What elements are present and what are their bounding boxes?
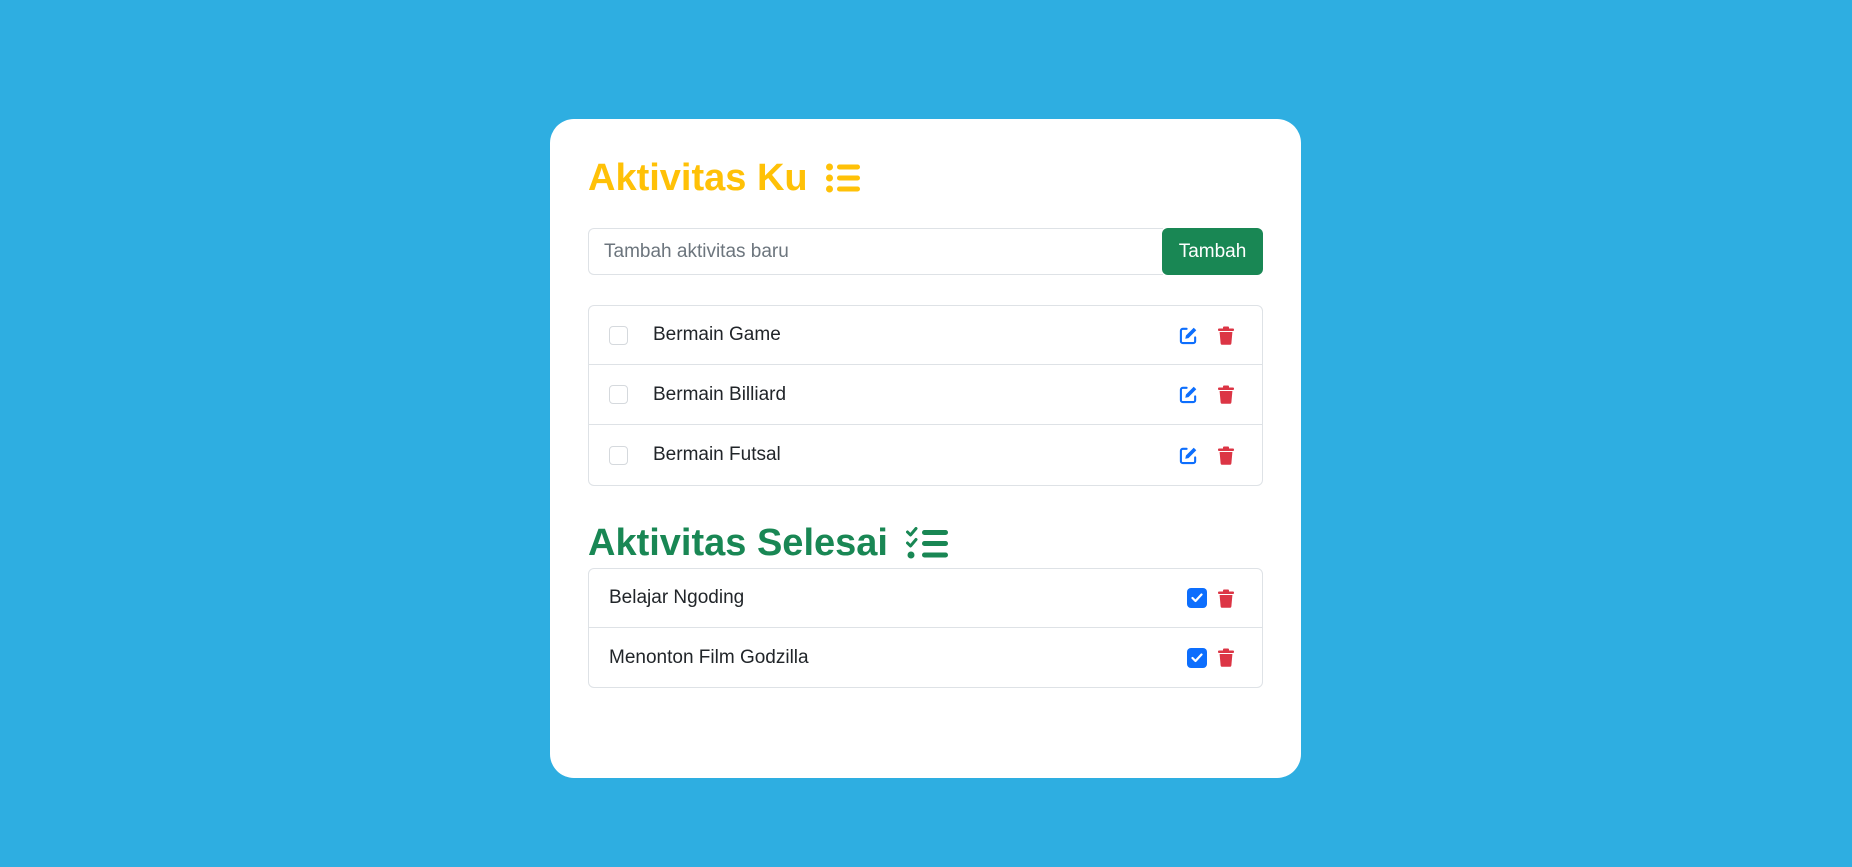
new-activity-input[interactable] bbox=[588, 228, 1163, 275]
todo-card: Aktivitas Ku Tambah Bermain Game bbox=[550, 119, 1301, 778]
add-activity-button[interactable]: Tambah bbox=[1162, 228, 1263, 275]
done-item: Belajar Ngoding bbox=[589, 569, 1262, 628]
todo-item-checkbox[interactable] bbox=[609, 385, 628, 404]
done-item-checkbox[interactable] bbox=[1187, 588, 1207, 608]
todo-item-label: Bermain Billiard bbox=[653, 383, 787, 405]
todo-item: Bermain Billiard bbox=[589, 365, 1262, 425]
done-item: Menonton Film Godzilla bbox=[589, 628, 1262, 687]
todo-item-label: Bermain Futsal bbox=[653, 444, 781, 465]
edit-icon[interactable] bbox=[1179, 446, 1198, 465]
trash-icon[interactable] bbox=[1218, 648, 1234, 667]
todo-item: Bermain Futsal bbox=[589, 425, 1262, 485]
todo-list: Bermain Game Bermain Billiard Bermain Fu… bbox=[588, 305, 1263, 486]
todo-item: Bermain Game bbox=[589, 306, 1262, 365]
done-list: Belajar Ngoding Menonton Film Godzilla bbox=[588, 568, 1263, 688]
todo-item-checkbox[interactable] bbox=[609, 325, 628, 345]
done-item-checkbox[interactable] bbox=[1187, 647, 1207, 668]
edit-icon[interactable] bbox=[1179, 326, 1198, 345]
trash-icon[interactable] bbox=[1218, 589, 1234, 608]
todo-title: Aktivitas Ku bbox=[588, 156, 808, 199]
add-activity-form: Tambah bbox=[588, 228, 1263, 275]
todo-item-actions bbox=[1179, 365, 1234, 424]
todo-item-actions bbox=[1179, 306, 1234, 364]
done-item-actions bbox=[1187, 569, 1234, 627]
todo-item-actions bbox=[1179, 425, 1234, 485]
list-check-icon bbox=[905, 526, 948, 560]
trash-icon[interactable] bbox=[1218, 326, 1234, 345]
list-icon bbox=[825, 163, 860, 193]
edit-icon[interactable] bbox=[1179, 385, 1198, 404]
done-item-label: Menonton Film Godzilla bbox=[609, 646, 809, 668]
done-item-actions bbox=[1187, 628, 1234, 687]
todo-item-checkbox[interactable] bbox=[609, 445, 628, 465]
done-item-label: Belajar Ngoding bbox=[609, 587, 745, 608]
todo-heading: Aktivitas Ku bbox=[588, 153, 1263, 203]
done-heading: Aktivitas Selesai bbox=[588, 518, 1263, 568]
trash-icon[interactable] bbox=[1218, 446, 1234, 465]
todo-item-label: Bermain Game bbox=[653, 324, 781, 345]
done-title: Aktivitas Selesai bbox=[588, 521, 888, 564]
trash-icon[interactable] bbox=[1218, 385, 1234, 404]
